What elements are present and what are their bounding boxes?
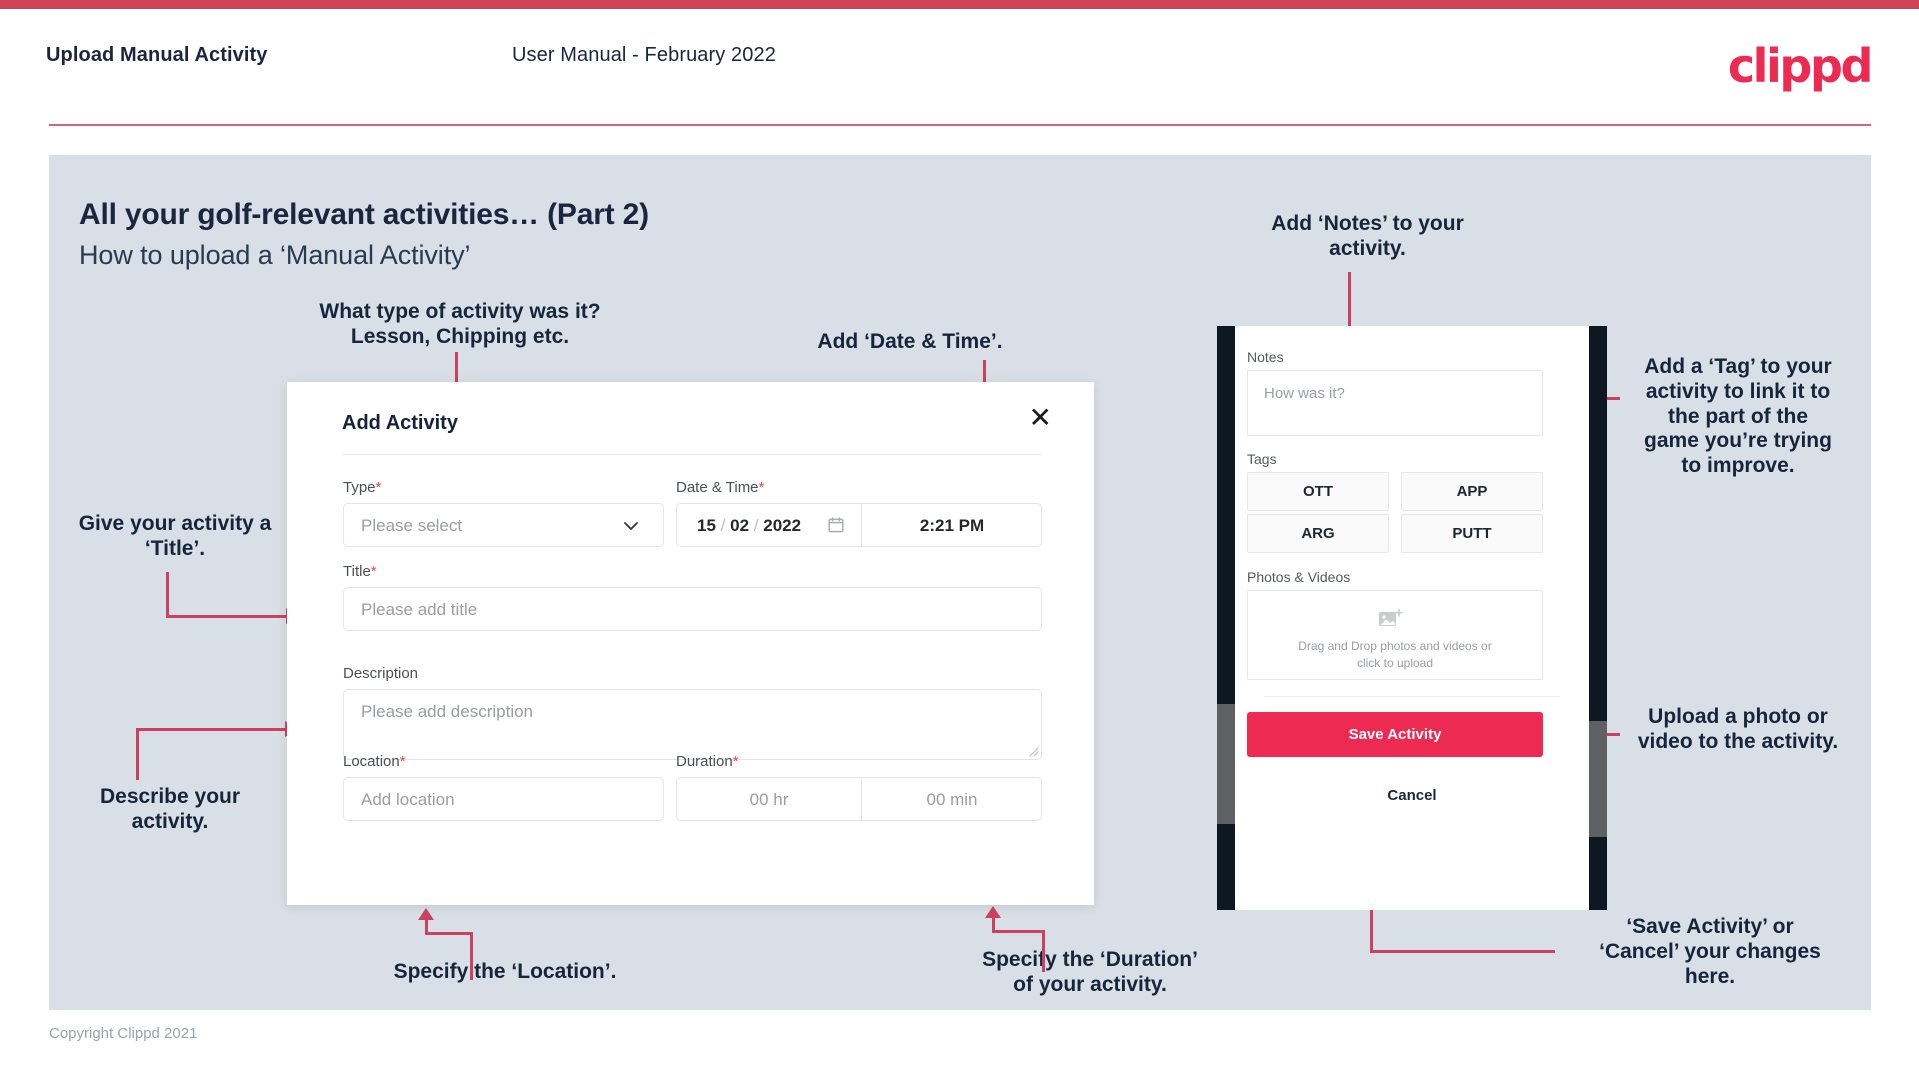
datetime-label: Date & Time* bbox=[676, 479, 765, 496]
annotation-save: ‘Save Activity’ or ‘Cancel’ your changes… bbox=[1599, 915, 1821, 988]
connector-duration-h bbox=[992, 930, 1045, 933]
connector-title-v bbox=[166, 572, 169, 617]
annotation-title: Give your activity a ‘Title’. bbox=[78, 512, 272, 560]
resize-handle-icon[interactable] bbox=[1027, 745, 1039, 757]
location-label: Location* bbox=[343, 753, 406, 770]
required-marker: * bbox=[758, 479, 765, 496]
connector-duration-v2 bbox=[992, 918, 995, 932]
connector-location-h bbox=[425, 932, 473, 935]
annotation-type: What type of activity was it? Lesson, Ch… bbox=[319, 300, 601, 348]
annotation-upload: Upload a photo or video to the activity. bbox=[1637, 705, 1839, 753]
dialog-header-divider bbox=[342, 454, 1042, 455]
type-placeholder: Please select bbox=[361, 516, 463, 535]
connector-location-v2 bbox=[425, 920, 428, 934]
duration-hours-placeholder: 00 hr bbox=[749, 790, 789, 809]
type-label: Type* bbox=[343, 479, 382, 496]
connector-duration-arrow bbox=[985, 906, 1001, 918]
connector-duration-v bbox=[1042, 930, 1045, 972]
connector-location-arrow bbox=[418, 908, 434, 920]
tag-button-ott[interactable]: OTT bbox=[1247, 472, 1389, 511]
phone-bezel-left bbox=[1217, 326, 1235, 910]
location-placeholder: Add location bbox=[361, 790, 455, 809]
top-accent-bar bbox=[0, 0, 1919, 9]
required-marker: * bbox=[375, 479, 382, 496]
save-activity-button[interactable]: Save Activity bbox=[1247, 712, 1543, 757]
phone-volume-button-left[interactable] bbox=[1217, 704, 1235, 824]
connector-description-v bbox=[136, 728, 139, 780]
connector-description-h bbox=[136, 728, 288, 731]
dialog-title: Add Activity bbox=[342, 412, 458, 434]
phone-power-button[interactable] bbox=[1589, 721, 1607, 837]
annotation-description: Describe your activity. bbox=[99, 785, 241, 833]
notes-placeholder: How was it? bbox=[1264, 385, 1345, 402]
slide-subheading: How to upload a ‘Manual Activity’ bbox=[79, 240, 471, 270]
required-marker: * bbox=[370, 563, 377, 580]
cancel-button[interactable]: Cancel bbox=[1234, 787, 1590, 804]
header-divider bbox=[49, 124, 1871, 126]
tag-button-putt[interactable]: PUTT bbox=[1401, 514, 1543, 553]
page-title: Upload Manual Activity bbox=[46, 44, 268, 66]
annotation-location: Specify the ‘Location’. bbox=[393, 960, 617, 983]
connector-location-v bbox=[470, 932, 473, 980]
clippd-logo: clippd bbox=[1727, 39, 1874, 93]
annotation-notes: Add ‘Notes’ to your activity. bbox=[1271, 212, 1464, 260]
date-value: 15 / 02 / 2022 bbox=[697, 516, 802, 535]
notes-input[interactable] bbox=[1247, 370, 1543, 436]
phone-screen: Notes How was it? Tags OTT APP ARG PUTT … bbox=[1234, 326, 1590, 910]
description-placeholder: Please add description bbox=[361, 702, 534, 721]
annotation-duration: Specify the ‘Duration’ of your activity. bbox=[982, 948, 1198, 996]
annotation-datetime: Add ‘Date & Time’. bbox=[817, 330, 1003, 353]
close-icon[interactable]: ✕ bbox=[1029, 404, 1052, 432]
document-subtitle: User Manual - February 2022 bbox=[512, 44, 776, 66]
title-label: Title* bbox=[343, 563, 377, 580]
description-label: Description bbox=[343, 665, 419, 682]
add-image-icon bbox=[1379, 608, 1403, 626]
required-marker: * bbox=[732, 753, 739, 770]
duration-minutes-placeholder: 00 min bbox=[926, 790, 978, 809]
slide-heading: All your golf-relevant activities… (Part… bbox=[79, 198, 649, 231]
time-value: 2:21 PM bbox=[919, 516, 985, 535]
phone-bezel-right bbox=[1589, 326, 1607, 910]
phone-mockup: Notes How was it? Tags OTT APP ARG PUTT … bbox=[1217, 326, 1607, 910]
calendar-icon[interactable] bbox=[827, 516, 845, 534]
connector-save-h bbox=[1370, 950, 1555, 953]
tag-button-app[interactable]: APP bbox=[1401, 472, 1543, 511]
duration-label: Duration* bbox=[676, 753, 739, 770]
tag-button-arg[interactable]: ARG bbox=[1247, 514, 1389, 553]
description-textarea[interactable] bbox=[343, 689, 1042, 760]
footer-copyright: Copyright Clippd 2021 bbox=[49, 1025, 198, 1042]
add-activity-dialog: Add Activity ✕ Type* Please select Date … bbox=[287, 382, 1094, 905]
required-marker: * bbox=[399, 753, 406, 770]
title-placeholder: Please add title bbox=[361, 600, 478, 619]
phone-divider bbox=[1264, 696, 1560, 697]
tags-label: Tags bbox=[1247, 451, 1277, 467]
chevron-down-icon[interactable] bbox=[621, 516, 641, 536]
connector-title-h bbox=[166, 615, 288, 618]
photo-dropzone-hint: Drag and Drop photos and videos or click… bbox=[1298, 639, 1492, 671]
annotation-tags: Add a ‘Tag’ to your activity to link it … bbox=[1644, 355, 1832, 478]
notes-label: Notes bbox=[1247, 349, 1284, 365]
photos-label: Photos & Videos bbox=[1247, 569, 1351, 585]
